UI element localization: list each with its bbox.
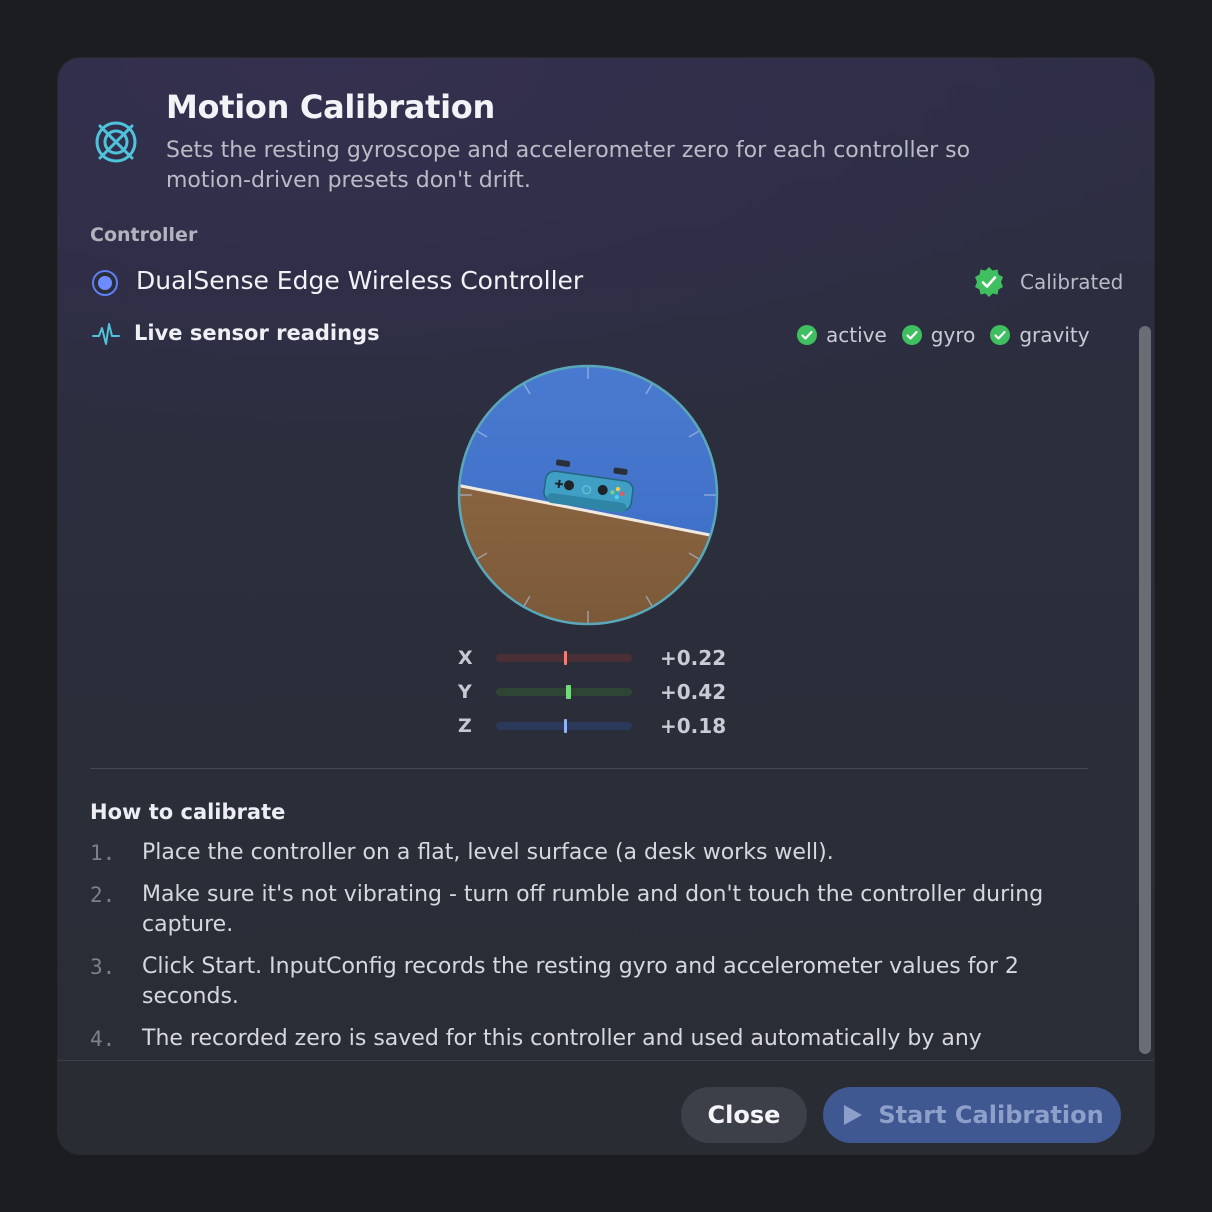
axis-label: X — [458, 647, 473, 669]
instruction-step: 2. Make sure it's not vibrating - turn o… — [90, 880, 1050, 940]
step-number: 4. — [90, 1027, 116, 1051]
axis-y-readout: Y +0.42 — [458, 680, 726, 704]
sensor-flag-gyro: gyro — [901, 323, 976, 347]
calibrated-status-badge: Calibrated — [972, 266, 1123, 298]
sensor-flags: active gyro gravity — [796, 321, 1090, 349]
play-icon — [844, 1105, 863, 1125]
instruction-step: 4. The recorded zero is saved for this c… — [90, 1024, 1050, 1060]
dialog-subtitle: Sets the resting gyroscope and accelerom… — [166, 138, 971, 193]
sensor-flag-gravity: gravity — [989, 323, 1090, 347]
instruction-step: 3. Click Start. InputConfig records the … — [90, 952, 1050, 1012]
step-number: 2. — [90, 883, 116, 907]
step-text: Make sure it's not vibrating - turn off … — [142, 882, 1044, 937]
motion-calibration-dialog: Motion Calibration Sets the resting gyro… — [58, 58, 1154, 1154]
pulse-icon — [92, 323, 120, 345]
how-to-calibrate-title: How to calibrate — [90, 800, 286, 824]
axis-value: +0.22 — [660, 646, 727, 670]
axis-z-level-marker — [563, 719, 567, 733]
axis-value: +0.42 — [660, 680, 727, 704]
axis-label: Z — [458, 715, 472, 737]
scrollbar-thumb[interactable] — [1139, 326, 1151, 1054]
sensor-flag-label: gravity — [1019, 323, 1090, 347]
sensor-flag-active: active — [796, 323, 887, 347]
motion-target-icon — [95, 121, 137, 163]
axis-x-readout: X +0.22 — [458, 646, 726, 670]
step-number: 1. — [90, 841, 116, 865]
axis-y-level-marker — [565, 685, 571, 699]
axis-z-bar — [496, 719, 632, 733]
step-text: Place the controller on a flat, level su… — [142, 840, 834, 865]
start-calibration-button[interactable]: Start Calibration — [823, 1087, 1121, 1143]
controller-section-label: Controller — [90, 224, 198, 246]
step-number: 3. — [90, 955, 116, 979]
dialog-header: Motion Calibration Sets the resting gyro… — [58, 58, 1154, 258]
start-calibration-label: Start Calibration — [878, 1101, 1104, 1129]
check-circle-icon — [990, 325, 1011, 345]
dialog-title: Motion Calibration — [166, 88, 495, 126]
section-divider — [90, 768, 1088, 769]
sensor-flag-label: active — [826, 323, 887, 347]
instruction-step: 1. Place the controller on a flat, level… — [90, 838, 1050, 868]
live-sensor-readings-title: Live sensor readings — [134, 321, 380, 345]
axis-value: +0.18 — [660, 714, 727, 738]
verified-check-icon — [975, 267, 1003, 297]
step-text: The recorded zero is saved for this cont… — [142, 1026, 982, 1051]
sensor-flag-label: gyro — [930, 323, 976, 347]
axis-x-bar — [496, 651, 632, 665]
check-circle-icon — [797, 325, 817, 345]
axis-label: Y — [458, 681, 472, 703]
controller-radio[interactable] — [92, 270, 118, 296]
step-text: Click Start. InputConfig records the res… — [142, 954, 1019, 1009]
axis-y-bar — [496, 685, 632, 699]
check-circle-icon — [901, 325, 922, 345]
attitude-horizon-preview — [457, 364, 719, 626]
calibrated-status-label: Calibrated — [1020, 270, 1124, 294]
dialog-footer: Close Start Calibration — [58, 1060, 1154, 1154]
close-button[interactable]: Close — [681, 1087, 807, 1143]
axis-x-level-marker — [563, 651, 567, 665]
controller-name[interactable]: DualSense Edge Wireless Controller — [136, 266, 583, 295]
axis-z-readout: Z +0.18 — [458, 714, 726, 738]
